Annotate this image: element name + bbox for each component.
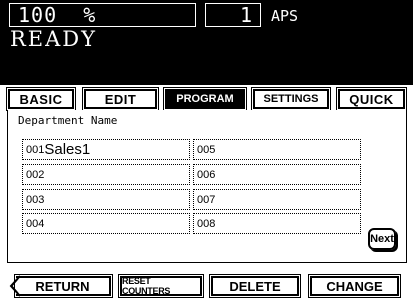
field-code: 008: [197, 217, 216, 230]
department-field-001[interactable]: 001 Sales1: [22, 139, 190, 160]
machine-status: READY: [10, 27, 98, 51]
tab-bar: BASIC EDIT PROGRAM SETTINGS QUICK: [0, 85, 413, 111]
field-code: 006: [197, 168, 216, 181]
department-field-006[interactable]: 006: [193, 164, 361, 185]
reset-counters-button[interactable]: RESET COUNTERS: [118, 274, 204, 298]
field-name: Sales1: [44, 141, 91, 158]
field-code: 007: [197, 193, 216, 206]
tab-edit[interactable]: EDIT: [82, 87, 159, 111]
tab-settings[interactable]: SETTINGS: [251, 87, 331, 111]
zoom-value: 100 %: [18, 3, 97, 27]
copies-display: 1: [205, 3, 261, 27]
field-code: 002: [26, 168, 45, 181]
department-field-002[interactable]: 002: [22, 164, 190, 185]
field-code: 001: [26, 143, 45, 156]
status-display: 100 % 1 APS READY: [0, 0, 413, 85]
department-name-heading: Department Name: [18, 114, 118, 127]
paper-mode: APS: [271, 7, 299, 25]
next-button[interactable]: Next: [368, 228, 396, 250]
department-field-003[interactable]: 003: [22, 189, 190, 210]
tab-basic[interactable]: BASIC: [6, 87, 76, 111]
department-field-007[interactable]: 007: [193, 189, 361, 210]
delete-button[interactable]: DELETE: [209, 274, 301, 298]
change-button[interactable]: CHANGE: [308, 274, 401, 298]
tab-quick[interactable]: QUICK: [336, 87, 407, 111]
zoom-display: 100 %: [9, 3, 196, 27]
copies-value: 1: [239, 3, 252, 27]
return-label: RETURN: [35, 278, 90, 294]
field-code: 004: [26, 217, 45, 230]
department-field-005[interactable]: 005: [193, 139, 361, 160]
return-button[interactable]: RETURN: [9, 274, 113, 298]
department-panel: [7, 110, 407, 263]
tab-program[interactable]: PROGRAM: [163, 87, 247, 111]
field-code: 005: [197, 143, 216, 156]
department-field-008[interactable]: 008: [193, 213, 361, 234]
department-field-004[interactable]: 004: [22, 213, 190, 234]
field-code: 003: [26, 193, 45, 206]
